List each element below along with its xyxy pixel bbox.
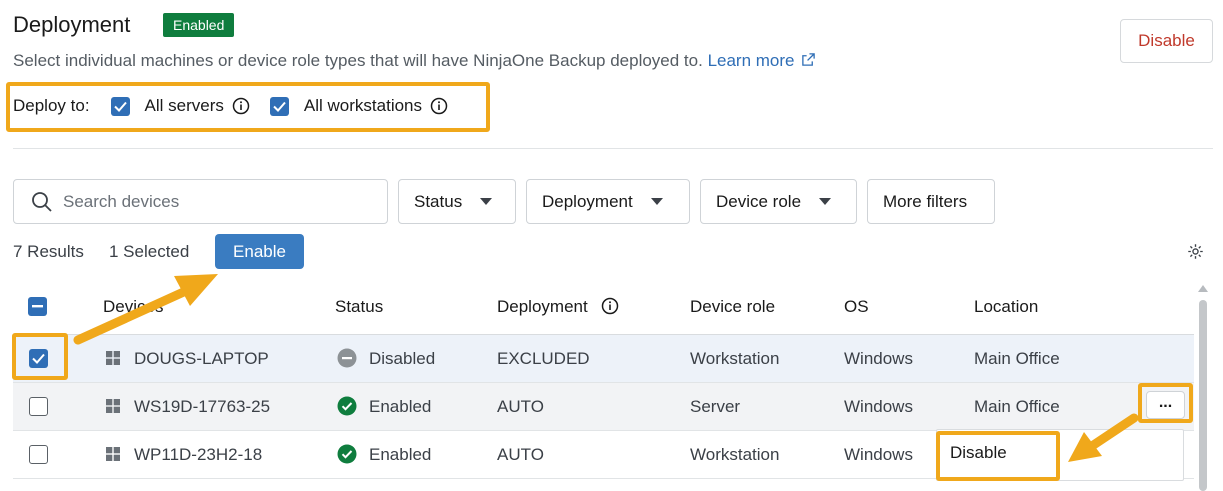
results-count: 7 Results	[13, 242, 84, 261]
status-enabled-icon	[337, 444, 357, 464]
all-workstations-checkbox[interactable]	[269, 96, 289, 116]
os-cell: Windows	[844, 349, 913, 368]
page-title: Deployment	[13, 12, 131, 37]
check-icon	[273, 101, 286, 112]
column-header-os[interactable]: OS	[844, 297, 869, 317]
search-icon	[32, 191, 52, 212]
os-cell: Windows	[844, 445, 913, 464]
deployment-cell: AUTO	[497, 397, 544, 416]
table-row[interactable]: WS19D-17763-25 Enabled AUTO Server Windo…	[13, 383, 1194, 431]
more-filters-button[interactable]: More filters	[867, 179, 995, 224]
deploy-to-label: Deploy to:	[13, 96, 90, 115]
status-text: Enabled	[369, 445, 432, 464]
search-input[interactable]: Search devices	[13, 179, 388, 224]
arrow-annotation	[1068, 413, 1139, 462]
scrollbar-thumb[interactable]	[1199, 300, 1207, 491]
all-workstations-label: All workstations	[303, 96, 423, 115]
status-cell: Enabled	[337, 431, 431, 478]
menu-item-highlight	[936, 431, 1060, 481]
row-checkbox-highlight	[12, 333, 68, 380]
os-cell: Windows	[844, 397, 913, 416]
indeterminate-icon	[32, 305, 43, 308]
status-text: Disabled	[369, 349, 436, 368]
status-cell: Disabled	[337, 335, 435, 382]
caret-down-icon	[480, 198, 493, 205]
search-placeholder: Search devices	[63, 191, 180, 211]
info-icon[interactable]	[601, 297, 619, 315]
column-header-status[interactable]: Status	[335, 297, 383, 317]
device-role-filter-label: Device role	[716, 191, 802, 211]
location-cell: Main Office	[974, 349, 1060, 368]
status-filter-label: Status	[414, 191, 463, 211]
status-badge: Enabled	[163, 13, 235, 37]
status-filter[interactable]: Status	[398, 179, 516, 224]
disable-button[interactable]: Disable	[1120, 19, 1213, 63]
deployment-header-label: Deployment	[497, 297, 588, 316]
device-name: WS19D-17763-25	[134, 397, 271, 416]
all-servers-checkbox[interactable]	[110, 96, 130, 116]
device-name: WP11D-23H2-18	[134, 445, 263, 464]
location-cell: Main Office	[974, 397, 1060, 416]
selected-count: 1 Selected	[109, 242, 190, 261]
device-role-cell: Server	[690, 397, 741, 416]
more-filters-label: More filters	[883, 191, 968, 211]
windows-icon	[106, 351, 120, 365]
caret-down-icon	[650, 198, 663, 205]
device-role-filter[interactable]: Device role	[700, 179, 857, 224]
device-cell[interactable]: WS19D-17763-25	[106, 383, 270, 430]
all-servers-label: All servers	[144, 96, 224, 115]
status-text: Enabled	[369, 397, 432, 416]
scroll-up-icon[interactable]	[1198, 285, 1208, 292]
gear-icon[interactable]	[1187, 243, 1204, 260]
page-description: Select individual machines or device rol…	[13, 51, 816, 71]
learn-more-label: Learn more	[707, 51, 795, 70]
info-icon[interactable]	[232, 97, 250, 115]
description-text: Select individual machines or device rol…	[13, 51, 703, 70]
status-cell: Enabled	[337, 383, 431, 430]
column-header-device-role[interactable]: Device role	[690, 297, 775, 317]
device-cell[interactable]: WP11D-23H2-18	[106, 431, 262, 478]
deployment-cell: AUTO	[497, 445, 544, 464]
windows-icon	[106, 399, 120, 413]
column-header-deployment[interactable]: Deployment	[497, 297, 619, 317]
external-link-icon	[801, 53, 815, 66]
status-disabled-icon	[337, 348, 357, 368]
row-checkbox[interactable]	[29, 397, 48, 416]
device-role-cell: Workstation	[690, 349, 780, 368]
column-header-location[interactable]: Location	[974, 297, 1038, 317]
info-icon[interactable]	[430, 97, 448, 115]
deployment-cell: EXCLUDED	[497, 349, 590, 368]
device-role-cell: Workstation	[690, 445, 780, 464]
check-icon	[113, 101, 127, 112]
deployment-filter-label: Deployment	[542, 191, 633, 211]
deployment-filter[interactable]: Deployment	[526, 179, 690, 224]
row-actions-highlight	[1138, 383, 1193, 423]
row-checkbox[interactable]	[29, 445, 48, 464]
section-divider	[13, 148, 1213, 149]
status-enabled-icon	[337, 396, 357, 416]
arrow-annotation	[73, 274, 218, 345]
caret-down-icon	[819, 198, 832, 205]
learn-more-link[interactable]: Learn more	[708, 51, 816, 70]
select-all-checkbox[interactable]	[28, 297, 47, 316]
windows-icon	[106, 447, 120, 461]
deploy-to-row: Deploy to: All servers All workstations	[13, 92, 448, 120]
